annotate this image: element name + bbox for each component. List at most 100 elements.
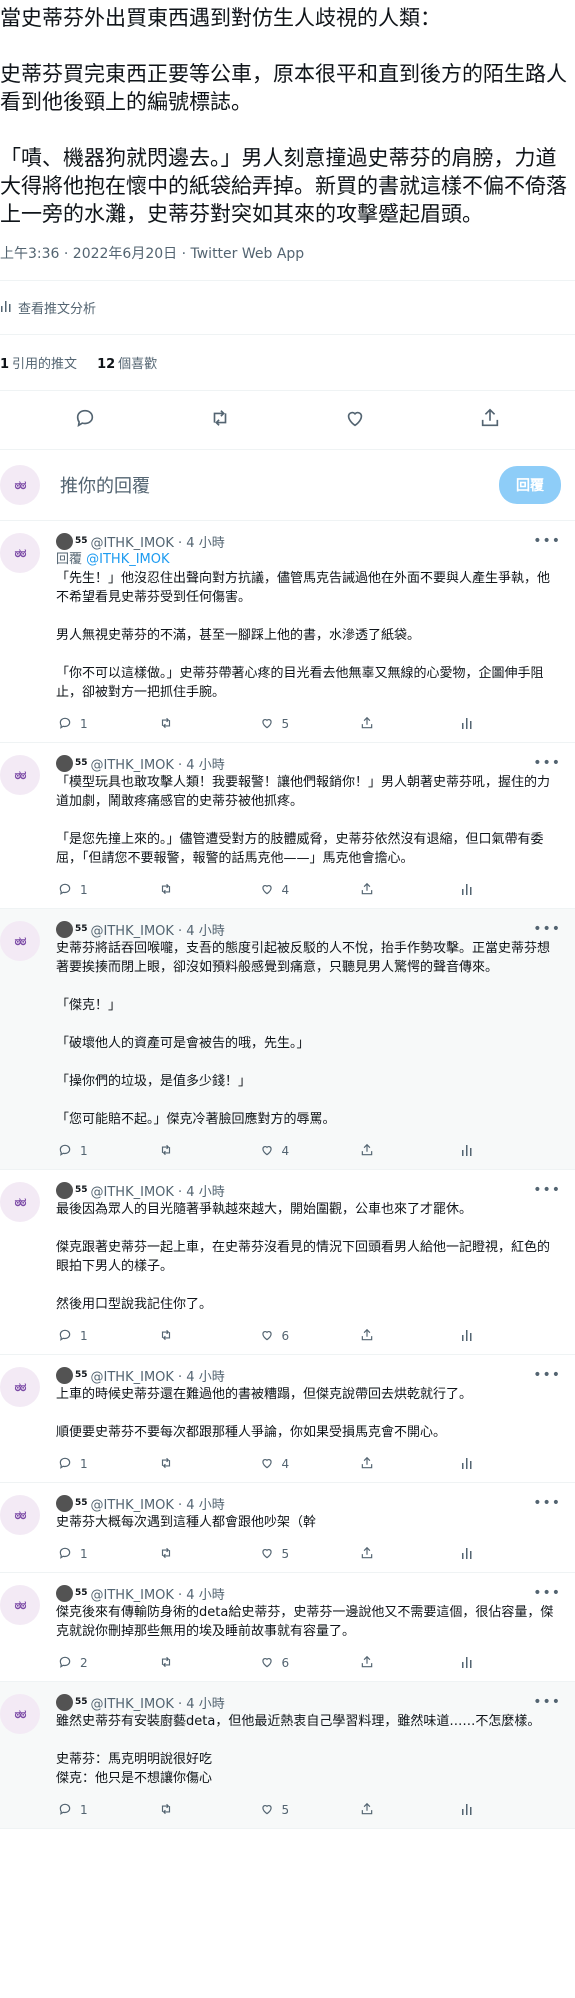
author-display-name-icon[interactable] [56,1693,73,1711]
author-handle-time[interactable]: @ITHK_IMOK · 4 小時 [91,1181,225,1200]
more-options-icon[interactable]: ••• [533,1182,561,1198]
tweet-analytics-link[interactable]: 查看推文分析 [0,281,575,334]
author-display-name-icon[interactable] [56,1366,73,1384]
like-button[interactable]: 6 [260,1328,300,1345]
author-handle-time[interactable]: @ITHK_IMOK · 4 小時 [91,1584,225,1603]
like-button[interactable]: 5 [260,1546,300,1563]
author-name[interactable]: 55 [75,536,88,546]
share-button[interactable] [360,1802,400,1819]
replying-to-handle[interactable]: @ITHK_IMOK [86,552,169,567]
like-button[interactable]: 4 [260,1456,300,1473]
reply-tweet[interactable]: ಠಠ 55 @ITHK_IMOK · 4 小時 ••• 「模型玩具也敢攻擊人類！我要報警… [0,743,575,909]
author-name[interactable]: 55 [75,1498,88,1508]
reply-tweet[interactable]: ಠಠ 55 @ITHK_IMOK · 4 小時 ••• 回覆 @ITHK_IMOK 「先生… [0,521,575,743]
analytics-button[interactable] [461,1329,501,1344]
avatar[interactable]: ಠಠ [0,1182,40,1222]
avatar[interactable]: ಠಠ [0,533,40,573]
tweet-timestamp[interactable]: 上午3:36 · 2022年6月20日 · Twitter Web App [0,244,575,264]
retweet-button[interactable] [159,716,199,733]
retweet-button[interactable] [159,1143,199,1160]
analytics-button[interactable] [461,1656,501,1671]
like-icon[interactable] [344,407,366,433]
avatar[interactable]: ಠಠ [0,1694,40,1734]
reply-tweet[interactable]: ಠಠ 55 @ITHK_IMOK · 4 小時 ••• 上車的時候史蒂芬還在難過他的書被… [0,1355,575,1483]
more-options-icon[interactable]: ••• [533,921,561,937]
share-button[interactable] [360,882,400,899]
reply-icon[interactable] [74,407,96,433]
share-button[interactable] [360,1143,400,1160]
reply-button[interactable]: 1 [58,1456,98,1473]
analytics-button[interactable] [461,1457,501,1472]
retweet-icon[interactable] [209,407,231,433]
retweet-button[interactable] [159,1328,199,1345]
retweet-button[interactable] [159,1802,199,1819]
author-handle-time[interactable]: @ITHK_IMOK · 4 小時 [91,920,225,939]
share-button[interactable] [360,1456,400,1473]
more-options-icon[interactable]: ••• [533,1495,561,1511]
share-button[interactable] [360,1546,400,1563]
reply-button[interactable]: 1 [58,1546,98,1563]
reply-tweet[interactable]: ಠಠ 55 @ITHK_IMOK · 4 小時 ••• 最後因為眾人的目光隨著爭執越來越… [0,1170,575,1355]
reply-tweet[interactable]: ಠಠ 55 @ITHK_IMOK · 4 小時 ••• 雖然史蒂芬有安裝廚藝deta，但… [0,1682,575,1829]
more-options-icon[interactable]: ••• [533,1585,561,1601]
author-handle-time[interactable]: @ITHK_IMOK · 4 小時 [91,1693,225,1712]
author-display-name-icon[interactable] [56,1494,73,1512]
author-name[interactable]: 55 [75,1588,88,1598]
author-display-name-icon[interactable] [56,754,73,772]
like-button[interactable]: 4 [260,882,300,899]
bar-chart-icon [461,1656,473,1671]
like-button[interactable]: 6 [260,1655,300,1672]
reply-tweet[interactable]: ಠಠ 55 @ITHK_IMOK · 4 小時 ••• 傑克後來有傳輸防身術的deta給… [0,1573,575,1682]
reply-button[interactable]: 1 [58,1328,98,1345]
avatar[interactable]: ಠಠ [0,921,40,961]
avatar[interactable]: ಠಠ [0,1585,40,1625]
avatar[interactable]: ಠಠ [0,755,40,795]
author-handle-time[interactable]: @ITHK_IMOK · 4 小時 [91,1366,225,1385]
author-display-name-icon[interactable] [56,532,73,550]
author-name[interactable]: 55 [75,758,88,768]
share-button[interactable] [360,716,400,733]
retweet-button[interactable] [159,882,199,899]
author-name[interactable]: 55 [75,1185,88,1195]
reply-button[interactable]: 1 [58,882,98,899]
analytics-button[interactable] [461,1144,501,1159]
avatar[interactable]: ಠಠ [0,1495,40,1535]
share-button[interactable] [360,1655,400,1672]
author-display-name-icon[interactable] [56,1181,73,1199]
author-handle-time[interactable]: @ITHK_IMOK · 4 小時 [91,532,225,551]
retweet-button[interactable] [159,1456,199,1473]
reply-button[interactable]: 回覆 [499,466,561,504]
analytics-button[interactable] [461,1803,501,1818]
reply-input[interactable]: 推你的回覆 [60,472,499,498]
author-handle-time[interactable]: @ITHK_IMOK · 4 小時 [91,1494,225,1513]
more-options-icon[interactable]: ••• [533,1694,561,1710]
reply-tweet[interactable]: ಠಠ 55 @ITHK_IMOK · 4 小時 ••• 史蒂芬將話吞回喉嚨，支吾的態度引… [0,909,575,1170]
author-display-name-icon[interactable] [56,1584,73,1602]
like-button[interactable]: 5 [260,1802,300,1819]
share-button[interactable] [360,1328,400,1345]
author-name[interactable]: 55 [75,924,88,934]
more-options-icon[interactable]: ••• [533,755,561,771]
retweet-button[interactable] [159,1546,199,1563]
reply-button[interactable]: 1 [58,1802,98,1819]
avatar[interactable]: ಠಠ [0,1367,40,1407]
share-icon[interactable] [479,407,501,433]
reply-button[interactable]: 1 [58,716,98,733]
author-display-name-icon[interactable] [56,920,73,938]
quote-tweets-link[interactable]: 1 引用的推文 [0,353,77,372]
reply-button[interactable]: 1 [58,1143,98,1160]
author-name[interactable]: 55 [75,1370,88,1380]
more-options-icon[interactable]: ••• [533,533,561,549]
more-options-icon[interactable]: ••• [533,1367,561,1383]
like-button[interactable]: 4 [260,1143,300,1160]
likes-link[interactable]: 12 個喜歡 [97,353,157,372]
analytics-button[interactable] [461,883,501,898]
retweet-button[interactable] [159,1655,199,1672]
author-name[interactable]: 55 [75,1697,88,1707]
like-button[interactable]: 5 [260,716,300,733]
reply-tweet[interactable]: ಠಠ 55 @ITHK_IMOK · 4 小時 ••• 史蒂芬大概每次遇到這種人都會跟他… [0,1483,575,1573]
analytics-button[interactable] [461,1547,501,1562]
author-handle-time[interactable]: @ITHK_IMOK · 4 小時 [91,754,225,773]
analytics-button[interactable] [461,717,501,732]
reply-button[interactable]: 2 [58,1655,98,1672]
